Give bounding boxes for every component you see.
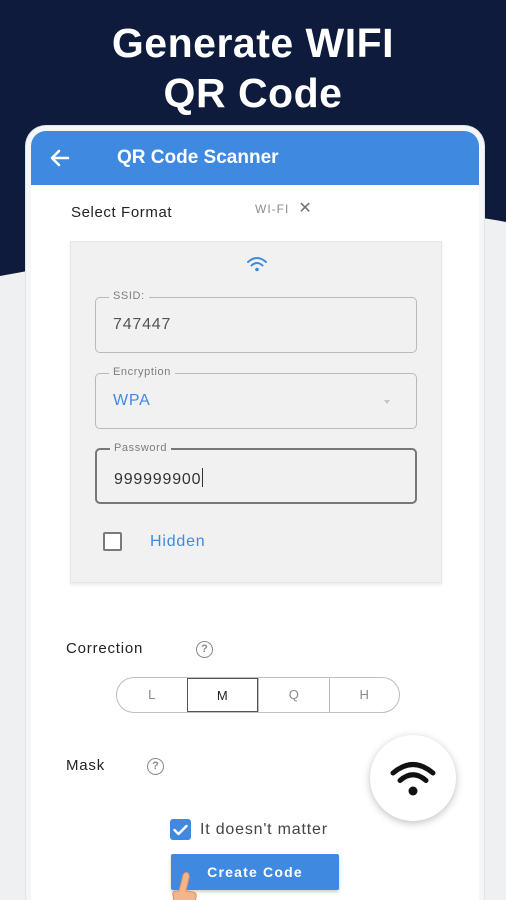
encryption-value: WPA — [113, 392, 151, 409]
correction-label: Correction — [66, 640, 144, 657]
correction-option-l[interactable]: L — [117, 678, 187, 712]
close-icon[interactable]: ✕ — [298, 201, 312, 217]
encryption-label: Encryption — [109, 366, 175, 378]
question-icon[interactable]: ? — [147, 758, 164, 775]
hidden-checkbox[interactable] — [103, 532, 122, 551]
correction-option-m[interactable]: M — [186, 678, 258, 712]
password-field[interactable]: Password 999999900 — [95, 442, 417, 504]
mask-label: Mask — [66, 757, 106, 774]
doesnt-matter-option: It doesn't matter — [170, 819, 328, 840]
format-chip-label: WI-FI — [255, 202, 290, 216]
encryption-select[interactable]: Encryption WPA — [95, 366, 417, 429]
password-value: 999999900 — [114, 471, 202, 488]
doesnt-matter-checkbox[interactable] — [170, 819, 191, 840]
select-format-row: Select Format WI-FI ✕ — [71, 201, 451, 223]
wifi-icon — [390, 762, 436, 796]
phone-screen: QR Code Scanner Select Format WI-FI ✕ SS… — [26, 126, 484, 900]
wifi-form-panel: SSID: 747447 Encryption WPA Password 999… — [70, 241, 442, 583]
back-button[interactable] — [33, 131, 87, 185]
password-value-wrap: 999999900 — [114, 468, 204, 489]
correction-option-h[interactable]: H — [328, 678, 400, 712]
headline-line-2: QR Code — [163, 70, 343, 116]
doesnt-matter-label: It doesn't matter — [200, 820, 328, 838]
ssid-value: 747447 — [113, 316, 172, 333]
wifi-icon — [247, 257, 267, 272]
correction-option-q[interactable]: Q — [258, 678, 329, 712]
select-format-label: Select Format — [71, 203, 173, 221]
password-label: Password — [110, 442, 172, 454]
chevron-down-icon — [384, 400, 390, 404]
wifi-fab-button[interactable] — [370, 735, 456, 821]
promo-headline: Generate WIFI QR Code — [0, 18, 506, 118]
headline-line-1: Generate WIFI — [111, 20, 395, 66]
ssid-field[interactable]: SSID: 747447 — [95, 290, 417, 353]
text-caret — [202, 468, 204, 487]
app-bar: QR Code Scanner — [31, 131, 479, 185]
hidden-label: Hidden — [150, 532, 206, 550]
question-icon[interactable]: ? — [196, 641, 213, 658]
hidden-option: Hidden — [103, 532, 206, 551]
checkmark-icon — [173, 824, 188, 835]
pointing-hand-icon — [172, 871, 197, 900]
format-chip[interactable]: WI-FI ✕ — [255, 201, 313, 217]
arrow-left-icon — [50, 149, 70, 167]
correction-level-selector: L M Q H — [116, 677, 400, 713]
ssid-label: SSID: — [109, 290, 149, 302]
app-title: QR Code Scanner — [117, 147, 279, 168]
